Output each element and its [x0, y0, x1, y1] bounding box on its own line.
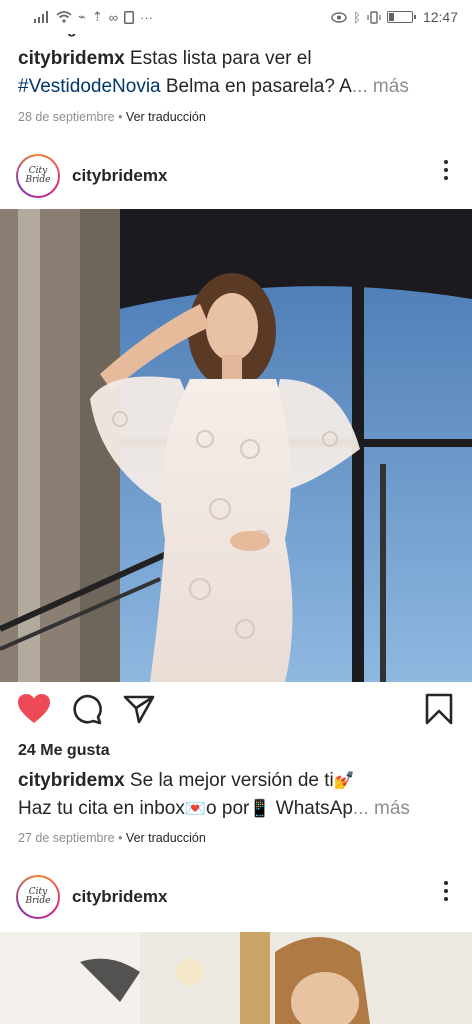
post2-photo[interactable] — [0, 209, 472, 682]
post1-caption-rest: Belma en pasarela? A — [160, 76, 352, 97]
avatar-logo-text: City Bride — [18, 156, 58, 196]
post2-date: 27 de septiembre — [18, 831, 115, 845]
post2-username[interactable]: citybridemx — [72, 166, 167, 186]
post3-header: City Bride citybridemx — [0, 867, 472, 927]
post2-caption[interactable]: citybridemx Se la mejor versión de ti💅 Ha… — [18, 767, 458, 823]
avatar-logo-text: City Bride — [18, 877, 58, 917]
post2-more-link[interactable]: más — [369, 798, 410, 819]
post2-caption-line2c: WhatsAp — [270, 798, 353, 819]
post3-photo-illustration — [0, 932, 472, 1024]
battery-icon — [386, 11, 416, 23]
post2-translate-link[interactable]: Ver traducción — [126, 831, 206, 845]
status-left: ⌁ ⇡ ∞ ··· — [34, 9, 153, 25]
post1-meta: 28 de septiembre • Ver traducción — [18, 110, 206, 124]
clock: 12:47 — [422, 9, 458, 25]
comment-icon[interactable] — [70, 692, 104, 726]
nail-polish-emoji: 💅 — [333, 771, 355, 790]
voicemail-icon: ∞ — [108, 9, 119, 25]
more-icon: ··· — [140, 9, 154, 25]
post2-caption-line2b: o por — [206, 798, 250, 819]
share-icon[interactable] — [122, 692, 156, 726]
bride-photo-illustration — [0, 209, 472, 682]
post2-header: City Bride citybridemx — [0, 146, 472, 206]
wifi-icon — [56, 11, 72, 23]
post1-separator: • — [114, 110, 126, 124]
post2-ellipsis: ... — [352, 798, 369, 819]
post1-caption-user[interactable]: citybridemx — [18, 48, 125, 69]
post3-avatar[interactable]: City Bride — [16, 875, 60, 919]
post1-caption[interactable]: citybridemx Estas lista para ver el #Ves… — [18, 45, 458, 101]
post2-caption-line2a: Haz tu cita en inbox — [18, 798, 185, 819]
love-letter-emoji: 💌 — [184, 799, 207, 818]
signal-icon — [34, 11, 48, 23]
post2-likes[interactable]: 24 Me gusta — [18, 742, 110, 760]
bluetooth-icon: ᛒ — [353, 9, 361, 25]
usb-icon: ⌁ — [78, 9, 86, 24]
post2-separator: • — [114, 831, 126, 845]
post1-hashtag[interactable]: #VestidodeNovia — [18, 76, 161, 97]
post1-more-link[interactable]: más — [368, 76, 409, 97]
post2-actions — [0, 692, 472, 732]
post1-translate-link[interactable]: Ver traducción — [126, 110, 206, 124]
upload-icon: ⇡ — [91, 9, 103, 24]
post3-photo[interactable] — [0, 932, 472, 1024]
save-bookmark-icon[interactable] — [424, 692, 454, 726]
post1-date: 28 de septiembre — [18, 110, 115, 124]
post1-caption-text: Estas lista para ver el — [124, 48, 312, 69]
post2-avatar[interactable]: City Bride — [16, 154, 60, 198]
post2-meta: 27 de septiembre • Ver traducción — [18, 831, 206, 845]
like-heart-icon[interactable] — [16, 692, 52, 726]
eye-icon — [331, 11, 347, 23]
post1-ellipsis: ... — [351, 76, 368, 97]
status-bar: ⌁ ⇡ ∞ ··· ᛒ 12:47 — [0, 0, 472, 34]
post3-options-icon[interactable] — [444, 881, 448, 901]
vibrate-icon — [367, 10, 381, 24]
sim-icon — [124, 10, 135, 24]
post2-caption-line1: Se la mejor versión de ti — [124, 770, 334, 791]
status-right: ᛒ 12:47 — [331, 9, 458, 25]
post2-options-icon[interactable] — [444, 160, 448, 180]
phone-emoji: 📱 — [249, 799, 271, 818]
post2-caption-user[interactable]: citybridemx — [18, 770, 125, 791]
post3-username[interactable]: citybridemx — [72, 887, 167, 907]
